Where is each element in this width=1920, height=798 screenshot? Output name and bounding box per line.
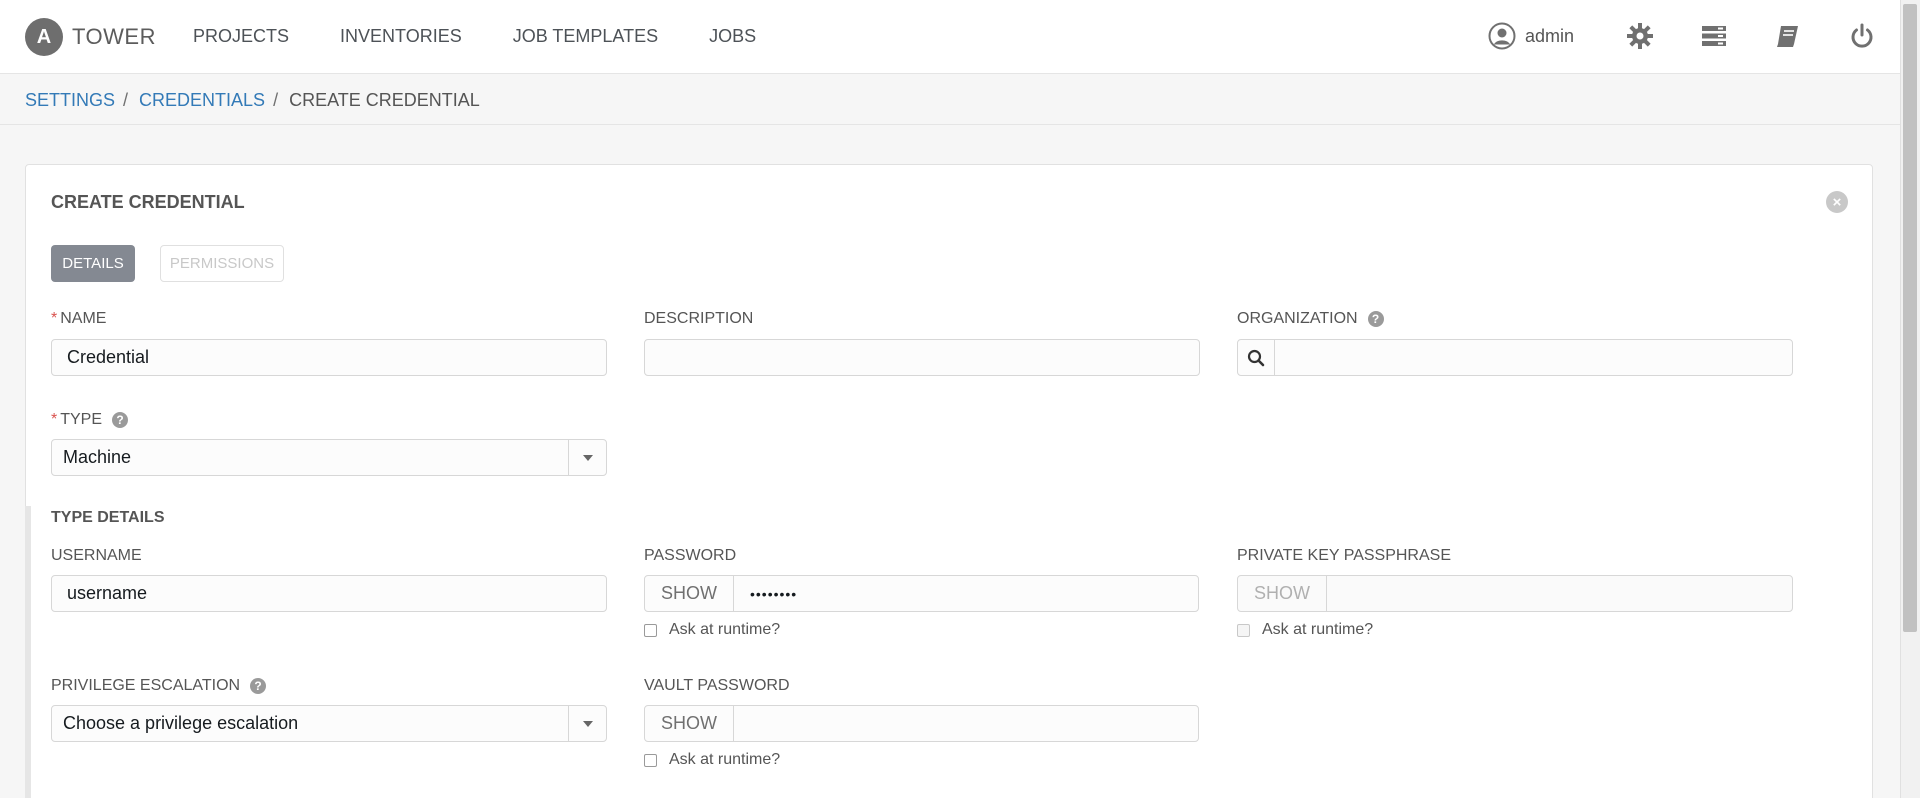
password-label: PASSWORD — [644, 547, 737, 564]
password-ask-label: Ask at runtime? — [669, 621, 781, 638]
required-marker: * — [51, 310, 58, 327]
passphrase-ask-checkbox — [1237, 623, 1250, 637]
chevron-down-icon[interactable] — [568, 440, 606, 475]
breadcrumb-current: CREATE CREDENTIAL — [289, 90, 480, 110]
search-icon[interactable] — [1238, 340, 1275, 375]
nav-projects[interactable]: PROJECTS — [193, 26, 289, 47]
create-credential-panel — [25, 164, 1873, 798]
nav-inventories[interactable]: INVENTORIES — [340, 26, 462, 47]
organization-label: ORGANIZATION ? — [1237, 310, 1384, 328]
vault-password-label: VAULT PASSWORD — [644, 677, 790, 694]
breadcrumb-separator: / — [273, 90, 279, 110]
breadcrumb: SETTINGS / CREDENTIALS / CREATE CREDENTI… — [25, 90, 480, 111]
vault-ask-label: Ask at runtime? — [669, 751, 781, 768]
username-value: username — [67, 583, 148, 603]
type-details-title: TYPE DETAILS — [51, 509, 165, 526]
description-field[interactable] — [644, 339, 1200, 376]
help-icon[interactable]: ? — [1367, 311, 1384, 327]
privilege-escalation-label: PRIVILEGE ESCALATION ? — [51, 677, 267, 695]
type-value: Machine — [63, 447, 132, 467]
chevron-down-icon[interactable] — [568, 706, 606, 741]
nav-jobs[interactable]: JOBS — [709, 26, 756, 47]
privilege-escalation-select[interactable]: Choose a privilege escalation — [51, 705, 607, 742]
password-field[interactable]: SHOW •••••••• — [644, 575, 1199, 612]
private-key-passphrase-label: PRIVATE KEY PASSPHRASE — [1237, 547, 1451, 564]
help-icon[interactable]: ? — [112, 412, 129, 428]
name-label-text: NAME — [60, 310, 107, 327]
top-navbar: A TOWER PROJECTS INVENTORIES JOB TEMPLAT… — [0, 0, 1900, 74]
required-marker: * — [51, 411, 58, 428]
private-key-passphrase-field[interactable]: SHOW — [1237, 575, 1793, 612]
password-ask-checkbox[interactable] — [644, 623, 657, 637]
main-nav: PROJECTS INVENTORIES JOB TEMPLATES JOBS — [193, 26, 807, 47]
type-label: * TYPE ? — [51, 411, 129, 429]
breadcrumb-separator: / — [123, 90, 129, 110]
nav-job-templates[interactable]: JOB TEMPLATES — [513, 26, 658, 47]
vault-ask-checkbox[interactable] — [644, 753, 657, 767]
password-ask-at-runtime[interactable]: Ask at runtime? — [644, 621, 780, 639]
tab-permissions: PERMISSIONS — [160, 245, 284, 282]
passphrase-ask-label: Ask at runtime? — [1262, 621, 1374, 638]
type-select[interactable]: Machine — [51, 439, 607, 476]
breadcrumb-settings[interactable]: SETTINGS — [25, 90, 115, 111]
name-value: Credential — [67, 347, 150, 367]
passphrase-show-button: SHOW — [1238, 576, 1327, 611]
username-label: admin — [1525, 25, 1575, 46]
password-value: •••••••• — [750, 585, 798, 602]
type-details-rail — [25, 506, 31, 798]
ansible-logo-icon: A — [25, 18, 63, 56]
name-label: * NAME — [51, 310, 106, 328]
user-menu[interactable]: admin — [1488, 22, 1574, 50]
privilege-escalation-value: Choose a privilege escalation — [63, 713, 299, 733]
vault-ask-at-runtime[interactable]: Ask at runtime? — [644, 751, 780, 769]
tab-details[interactable]: DETAILS — [51, 245, 135, 282]
username-label: USERNAME — [51, 547, 142, 564]
organization-label-text: ORGANIZATION — [1237, 310, 1358, 327]
password-show-button[interactable]: SHOW — [645, 576, 734, 611]
username-field[interactable]: username — [51, 575, 607, 612]
brand[interactable]: A TOWER — [25, 18, 156, 56]
help-icon[interactable]: ? — [250, 678, 267, 694]
book-icon[interactable] — [1774, 22, 1802, 50]
scrollbar-thumb[interactable] — [1903, 4, 1917, 632]
gear-icon[interactable] — [1626, 22, 1654, 50]
panel-title: CREATE CREDENTIAL — [51, 192, 245, 212]
organization-lookup[interactable] — [1237, 339, 1793, 376]
breadcrumb-credentials[interactable]: CREDENTIALS — [139, 90, 265, 111]
close-icon[interactable]: × — [1826, 191, 1848, 213]
power-icon[interactable] — [1848, 22, 1876, 50]
brand-name: TOWER — [72, 24, 156, 49]
passphrase-ask-at-runtime: Ask at runtime? — [1237, 621, 1373, 639]
vault-show-button[interactable]: SHOW — [645, 706, 734, 741]
name-field[interactable]: Credential — [51, 339, 607, 376]
server-stack-icon[interactable] — [1700, 22, 1728, 50]
breadcrumb-bar: SETTINGS / CREDENTIALS / CREATE CREDENTI… — [0, 75, 1900, 125]
vault-password-field[interactable]: SHOW — [644, 705, 1199, 742]
description-label: DESCRIPTION — [644, 310, 754, 327]
privilege-escalation-label-text: PRIVILEGE ESCALATION — [51, 677, 241, 694]
user-icon — [1488, 22, 1516, 50]
type-label-text: TYPE — [60, 411, 103, 428]
